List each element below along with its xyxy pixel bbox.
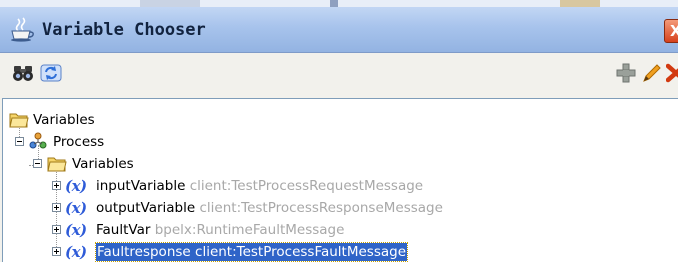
variable-name: outputVariable <box>96 200 196 216</box>
collapse-icon[interactable] <box>15 137 24 146</box>
expand-icon[interactable] <box>52 225 61 234</box>
variable-icon: (x) <box>65 221 87 239</box>
delete-icon[interactable] <box>666 63 678 83</box>
variable-name: FaultVar <box>96 222 151 238</box>
variable-icon: (x) <box>65 199 87 217</box>
expand-icon[interactable] <box>52 181 61 190</box>
expand-icon[interactable] <box>52 203 61 212</box>
tree-node-variable[interactable]: (x) outputVariable client:TestProcessRes… <box>3 197 523 219</box>
tree-node-label: Variables <box>72 156 134 172</box>
title-bar[interactable]: Variable Chooser X <box>0 7 678 53</box>
variable-name: Faultresponse <box>97 244 191 260</box>
coffee-cup-icon <box>11 17 34 42</box>
variable-icon: (x) <box>65 177 87 195</box>
binoculars-icon[interactable] <box>12 63 34 83</box>
tree-node-variable-selected[interactable]: (x) Faultresponse client:TestProcessFaul… <box>3 241 523 262</box>
variable-label: FaultVar bpelx:RuntimeFaultMessage <box>96 221 344 239</box>
tree-node-process-variables[interactable]: Variables <box>3 153 223 175</box>
variable-label: inputVariable client:TestProcessRequestM… <box>96 177 423 195</box>
variable-label: Faultresponse client:TestProcessFaultMes… <box>94 242 409 262</box>
dialog-title: Variable Chooser <box>42 20 206 40</box>
tree-node-root-variables[interactable]: Variables <box>3 109 203 131</box>
variable-icon: (x) <box>65 243 87 261</box>
variable-type: client:TestProcessFaultMessage <box>195 244 407 260</box>
variable-type: bpelx:RuntimeFaultMessage <box>154 222 345 238</box>
variable-tree[interactable]: Variables Process Variables (x) inputVar… <box>2 98 678 262</box>
tree-node-process[interactable]: Process <box>3 131 203 153</box>
tree-node-label: Process <box>53 134 105 150</box>
toolbar <box>0 53 678 89</box>
variable-name: inputVariable <box>96 178 186 194</box>
variable-chooser-dialog: Variable Chooser X Variables Process Var… <box>0 7 678 262</box>
tree-node-variable[interactable]: (x) FaultVar bpelx:RuntimeFaultMessage <box>3 219 523 241</box>
process-icon <box>29 132 47 149</box>
tree-node-variable[interactable]: (x) inputVariable client:TestProcessRequ… <box>3 175 523 197</box>
close-button[interactable]: X <box>664 19 678 43</box>
expand-icon[interactable] <box>52 247 61 256</box>
variable-type: client:TestProcessRequestMessage <box>189 178 424 194</box>
variable-label: outputVariable client:TestProcessRespons… <box>96 199 443 217</box>
open-folder-icon <box>9 113 29 128</box>
variable-type: client:TestProcessResponseMessage <box>199 200 443 216</box>
refresh-icon[interactable] <box>40 63 62 83</box>
collapse-icon[interactable] <box>33 159 42 168</box>
tree-node-label: Variables <box>33 112 95 128</box>
open-folder-icon <box>47 157 67 172</box>
background-window-strip <box>0 0 678 7</box>
edit-pencil-icon[interactable] <box>641 63 663 83</box>
add-icon[interactable] <box>615 63 637 83</box>
